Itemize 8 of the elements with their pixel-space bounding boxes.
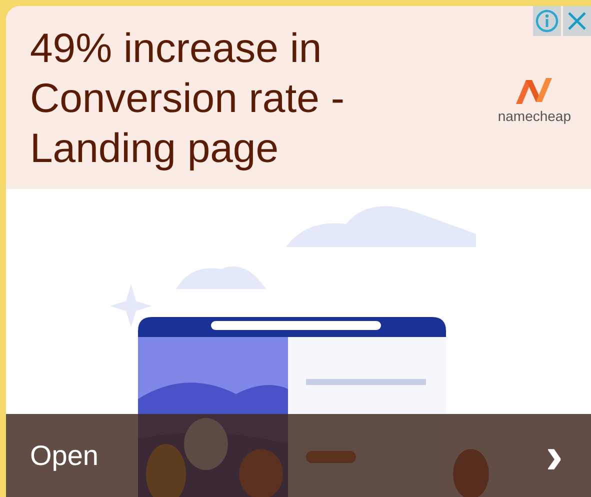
open-button[interactable]: Open ›: [6, 414, 591, 497]
info-button[interactable]: [533, 6, 561, 36]
close-button[interactable]: [563, 6, 591, 36]
logo-icon: [514, 76, 554, 106]
headline: 49% increase in Conversion rate - Landing page: [30, 24, 346, 172]
info-icon: [535, 9, 559, 33]
close-icon: [567, 11, 587, 31]
brand-name: namecheap: [498, 107, 571, 126]
